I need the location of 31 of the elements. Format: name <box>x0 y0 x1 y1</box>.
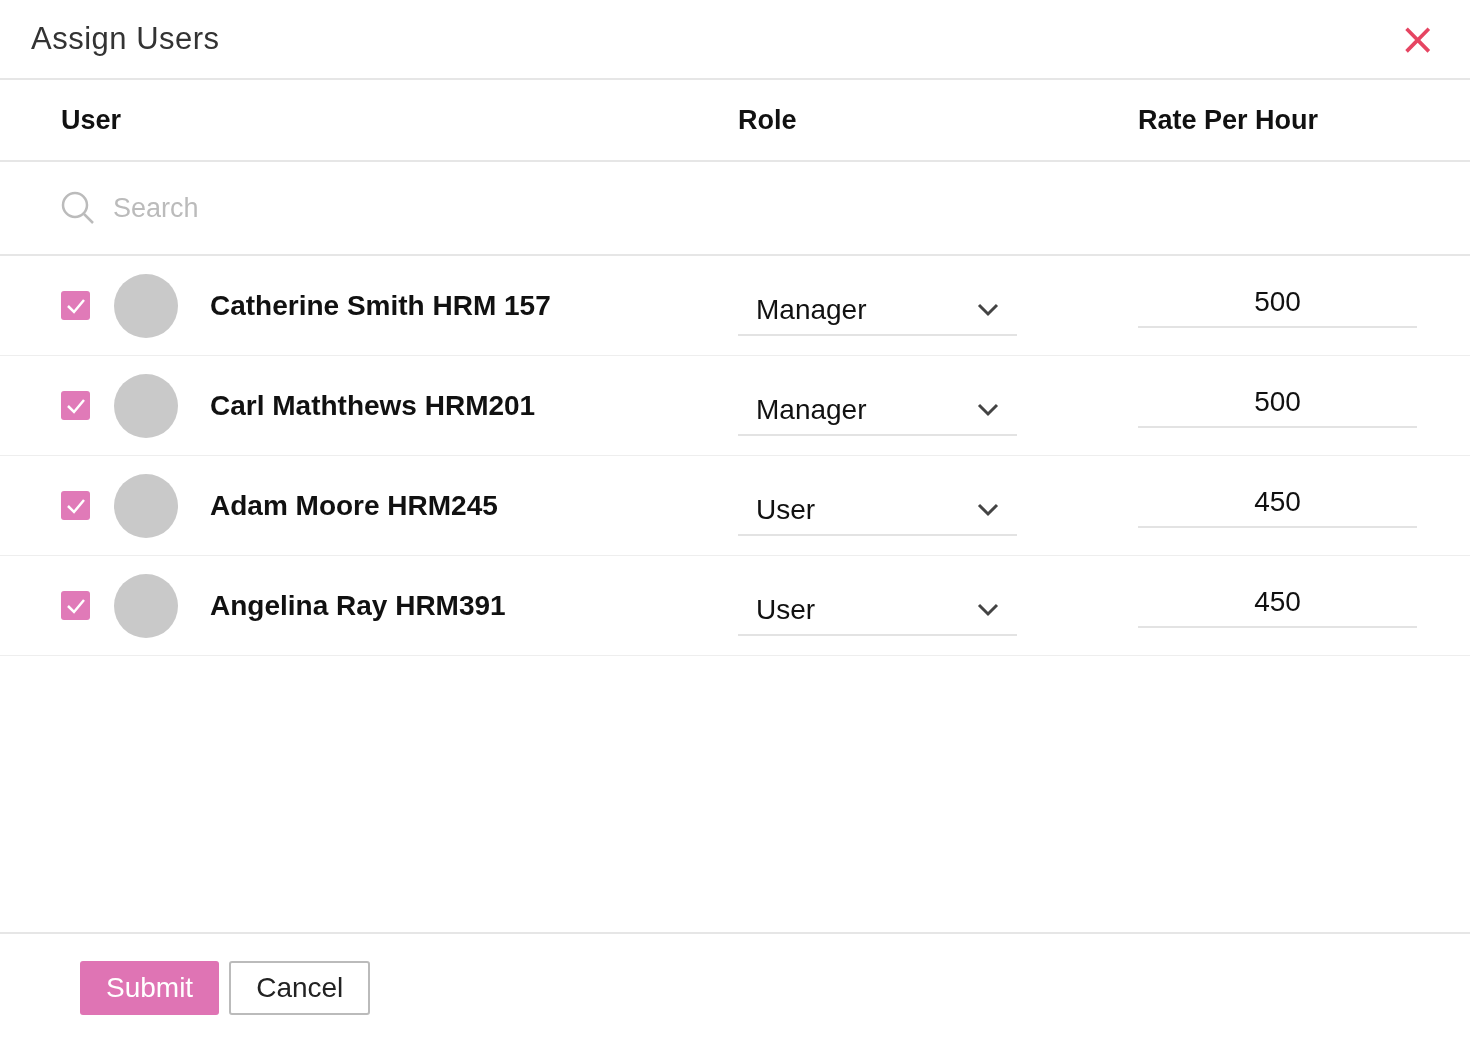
user-name: Adam Moore HRM245 <box>210 489 498 522</box>
role-dropdown[interactable]: Manager <box>738 385 1017 436</box>
rate-field[interactable]: 450 <box>1138 577 1417 628</box>
rate-field[interactable]: 500 <box>1138 277 1417 328</box>
checkmark-icon <box>65 397 86 414</box>
column-header: User <box>61 104 123 136</box>
user-name: Catherine Smith HRM 157 <box>210 289 551 322</box>
chevron-down-icon <box>977 502 999 517</box>
rate-field[interactable]: 450 <box>1138 477 1417 528</box>
dialog-title: Assign Users <box>31 21 220 57</box>
role-dropdown[interactable]: User <box>738 585 1017 636</box>
user-name: Carl Maththews HRM201 <box>210 389 536 422</box>
checkmark-icon <box>65 597 86 614</box>
checkmark-icon <box>65 497 86 514</box>
close-button[interactable]: × <box>1395 17 1440 61</box>
rate-field[interactable]: 500 <box>1138 377 1417 428</box>
checkbox[interactable] <box>61 291 90 320</box>
role-dropdown[interactable]: Manager <box>738 285 1017 336</box>
user-name: Angelina Ray HRM391 <box>210 589 506 622</box>
cancel-button[interactable]: Cancel <box>229 961 371 1015</box>
chevron-down-icon <box>977 402 999 417</box>
checkmark-icon <box>65 297 86 314</box>
chevron-down-icon <box>977 302 999 317</box>
column-header: Role <box>738 104 798 136</box>
chevron-down-icon <box>977 602 999 617</box>
checkbox[interactable] <box>61 491 90 520</box>
role-dropdown[interactable]: User <box>738 485 1017 536</box>
column-header: Rate Per Hour <box>1138 104 1320 136</box>
checkbox[interactable] <box>61 591 90 620</box>
checkbox[interactable] <box>61 391 90 420</box>
search-icon <box>61 191 95 225</box>
